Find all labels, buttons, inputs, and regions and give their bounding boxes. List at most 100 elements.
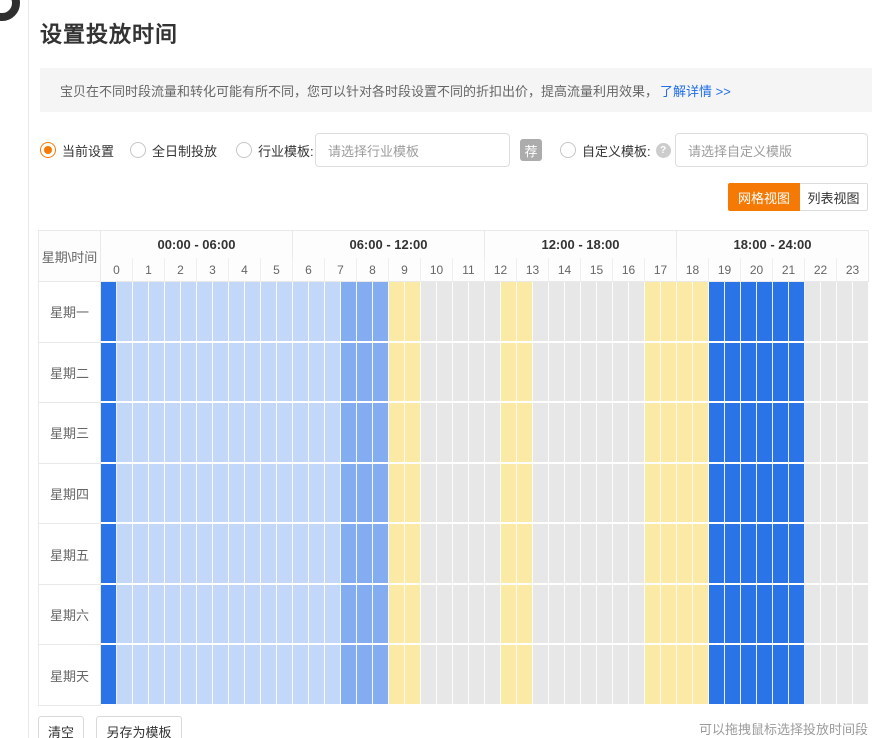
schedule-cell[interactable] xyxy=(421,343,437,404)
schedule-cell[interactable] xyxy=(709,464,725,525)
schedule-cell[interactable] xyxy=(677,343,693,404)
schedule-cell[interactable] xyxy=(517,343,533,404)
schedule-cell[interactable] xyxy=(677,585,693,646)
schedule-cell[interactable] xyxy=(837,585,853,646)
schedule-cell[interactable] xyxy=(677,282,693,343)
schedule-cell[interactable] xyxy=(293,464,309,525)
schedule-cell[interactable] xyxy=(149,343,165,404)
schedule-cell[interactable] xyxy=(757,464,773,525)
schedule-cell[interactable] xyxy=(261,585,277,646)
schedule-cell[interactable] xyxy=(789,282,805,343)
schedule-cell[interactable] xyxy=(405,464,421,525)
schedule-cell[interactable] xyxy=(613,464,629,525)
schedule-cell[interactable] xyxy=(165,524,181,585)
schedule-cell[interactable] xyxy=(693,585,709,646)
schedule-cell[interactable] xyxy=(533,343,549,404)
schedule-cell[interactable] xyxy=(773,464,789,525)
custom-template-select[interactable]: 请选择自定义模版 xyxy=(675,133,868,167)
schedule-cell[interactable] xyxy=(581,282,597,343)
schedule-cell[interactable] xyxy=(661,343,677,404)
schedule-cell[interactable] xyxy=(117,524,133,585)
schedule-cell[interactable] xyxy=(661,464,677,525)
schedule-cell[interactable] xyxy=(677,524,693,585)
schedule-cell[interactable] xyxy=(293,585,309,646)
schedule-cell[interactable] xyxy=(741,464,757,525)
schedule-cell[interactable] xyxy=(789,524,805,585)
schedule-cell[interactable] xyxy=(677,464,693,525)
schedule-cell[interactable] xyxy=(373,282,389,343)
schedule-cell[interactable] xyxy=(645,585,661,646)
grid-view-button[interactable]: 网格视图 xyxy=(728,183,800,211)
schedule-cell[interactable] xyxy=(533,282,549,343)
schedule-cell[interactable] xyxy=(117,403,133,464)
schedule-cell[interactable] xyxy=(741,645,757,706)
schedule-cell[interactable] xyxy=(693,282,709,343)
learn-more-link[interactable]: 了解详情 >> xyxy=(660,81,731,100)
schedule-cell[interactable] xyxy=(565,585,581,646)
schedule-cell[interactable] xyxy=(517,524,533,585)
schedule-cell[interactable] xyxy=(773,403,789,464)
schedule-cell[interactable] xyxy=(597,464,613,525)
schedule-cell[interactable] xyxy=(165,645,181,706)
schedule-cell[interactable] xyxy=(725,585,741,646)
schedule-cell[interactable] xyxy=(453,343,469,404)
schedule-cell[interactable] xyxy=(485,343,501,404)
schedule-cell[interactable] xyxy=(565,645,581,706)
schedule-cell[interactable] xyxy=(533,645,549,706)
schedule-cell[interactable] xyxy=(373,645,389,706)
schedule-cell[interactable] xyxy=(549,282,565,343)
schedule-cell[interactable] xyxy=(245,403,261,464)
schedule-cell[interactable] xyxy=(309,343,325,404)
schedule-cell[interactable] xyxy=(805,282,821,343)
schedule-cell[interactable] xyxy=(245,464,261,525)
schedule-cell[interactable] xyxy=(181,585,197,646)
schedule-cell[interactable] xyxy=(501,343,517,404)
schedule-cell[interactable] xyxy=(453,464,469,525)
schedule-cell[interactable] xyxy=(693,343,709,404)
schedule-cell[interactable] xyxy=(437,645,453,706)
schedule-cell[interactable] xyxy=(645,403,661,464)
schedule-cell[interactable] xyxy=(597,403,613,464)
schedule-cell[interactable] xyxy=(661,524,677,585)
schedule-cell[interactable] xyxy=(245,343,261,404)
schedule-cell[interactable] xyxy=(709,524,725,585)
schedule-cell[interactable] xyxy=(613,585,629,646)
schedule-cell[interactable] xyxy=(709,585,725,646)
schedule-cell[interactable] xyxy=(485,282,501,343)
schedule-cell[interactable] xyxy=(741,282,757,343)
schedule-cell[interactable] xyxy=(437,282,453,343)
schedule-cell[interactable] xyxy=(517,403,533,464)
schedule-cell[interactable] xyxy=(789,645,805,706)
schedule-cell[interactable] xyxy=(565,403,581,464)
schedule-cell[interactable] xyxy=(629,343,645,404)
schedule-cell[interactable] xyxy=(597,343,613,404)
schedule-cell[interactable] xyxy=(773,282,789,343)
schedule-cell[interactable] xyxy=(853,524,869,585)
schedule-cell[interactable] xyxy=(549,524,565,585)
schedule-cell[interactable] xyxy=(821,343,837,404)
schedule-cell[interactable] xyxy=(853,282,869,343)
schedule-cell[interactable] xyxy=(421,282,437,343)
schedule-cell[interactable] xyxy=(181,403,197,464)
schedule-cell[interactable] xyxy=(581,464,597,525)
schedule-cell[interactable] xyxy=(213,585,229,646)
schedule-cell[interactable] xyxy=(773,343,789,404)
schedule-cell[interactable] xyxy=(629,585,645,646)
schedule-cell[interactable] xyxy=(181,282,197,343)
schedule-cell[interactable] xyxy=(181,645,197,706)
schedule-cell[interactable] xyxy=(469,282,485,343)
schedule-cell[interactable] xyxy=(613,282,629,343)
schedule-cell[interactable] xyxy=(325,585,341,646)
schedule-cell[interactable] xyxy=(357,282,373,343)
schedule-cell[interactable] xyxy=(757,343,773,404)
schedule-cell[interactable] xyxy=(197,464,213,525)
schedule-cell[interactable] xyxy=(533,585,549,646)
schedule-cell[interactable] xyxy=(677,645,693,706)
schedule-cell[interactable] xyxy=(501,464,517,525)
schedule-cell[interactable] xyxy=(789,403,805,464)
schedule-cell[interactable] xyxy=(597,282,613,343)
schedule-cell[interactable] xyxy=(757,282,773,343)
schedule-cell[interactable] xyxy=(453,403,469,464)
schedule-cell[interactable] xyxy=(837,645,853,706)
schedule-cell[interactable] xyxy=(101,585,117,646)
